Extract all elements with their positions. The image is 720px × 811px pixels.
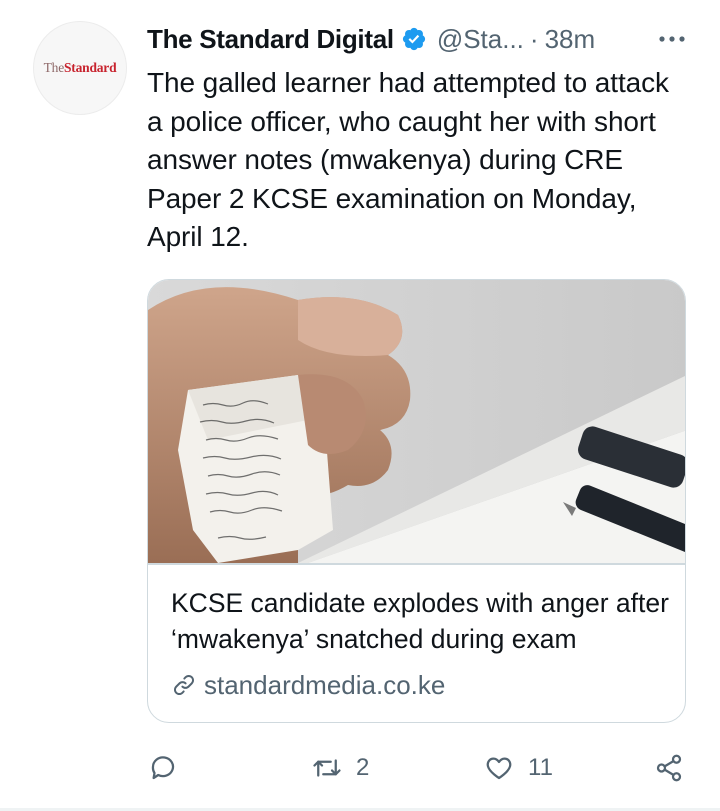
like-count: 11 (528, 754, 553, 781)
tweet-header: The Standard Digital @Sta... · 38m (147, 20, 697, 58)
heart-icon (486, 757, 512, 780)
like-button[interactable]: 11 (484, 746, 553, 790)
reply-button[interactable] (148, 746, 178, 790)
hand-holding-crumpled-note-photo (148, 280, 685, 563)
author-name[interactable]: The Standard Digital (147, 24, 394, 55)
share-icon (656, 754, 682, 782)
author-handle[interactable]: @Sta... (437, 24, 524, 55)
standard-logo: TheStandard (43, 60, 117, 75)
tweet-actions: 2 11 (0, 746, 720, 790)
link-icon (174, 675, 194, 695)
reply-icon (151, 756, 175, 780)
card-divider (148, 563, 685, 565)
more-options-icon[interactable] (655, 22, 689, 56)
tweet-text: The galled learner had attempted to atta… (147, 67, 669, 252)
card-image[interactable] (148, 280, 685, 563)
tweet-timestamp[interactable]: 38m (545, 24, 596, 55)
share-button[interactable] (654, 746, 684, 790)
verified-badge-icon (402, 27, 425, 51)
author-avatar[interactable]: TheStandard (33, 21, 127, 115)
retweet-button[interactable]: 2 (312, 746, 369, 790)
link-preview-card[interactable]: KCSE candidate explodes with anger after… (147, 279, 686, 723)
time-separator: · (529, 23, 539, 54)
retweet-count: 2 (356, 754, 370, 781)
retweet-icon (313, 759, 341, 777)
card-domain-text: standardmedia.co.ke (204, 669, 446, 700)
card-title[interactable]: KCSE candidate explodes with anger after… (171, 585, 671, 657)
card-domain[interactable]: standardmedia.co.ke (171, 668, 445, 702)
